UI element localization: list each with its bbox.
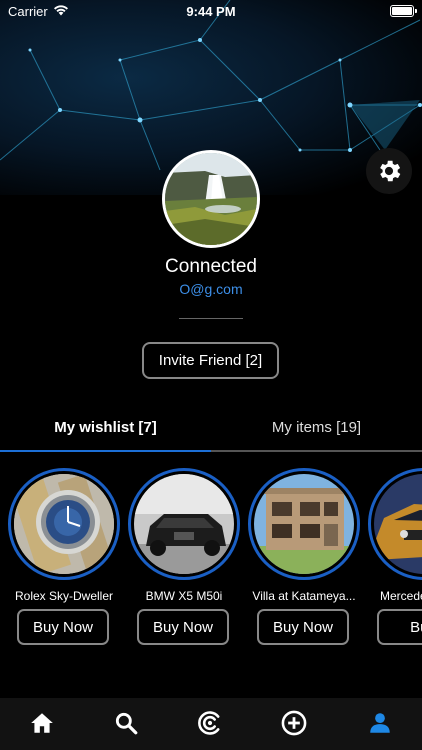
product-image-ring — [128, 468, 240, 580]
invite-friend-button[interactable]: Invite Friend [2] — [142, 342, 279, 379]
brand-logo-icon — [198, 711, 220, 735]
search-icon — [115, 712, 138, 735]
nav-profile[interactable] — [338, 698, 422, 748]
tab-my-items[interactable]: My items [19] — [211, 405, 422, 449]
profile-name: Connected — [165, 256, 257, 277]
clock-label: 9:44 PM — [186, 4, 236, 19]
buy-now-button[interactable]: Buy Now — [17, 609, 109, 645]
product-image-ring — [368, 468, 422, 580]
tab-my-wishlist[interactable]: My wishlist [7] — [0, 405, 211, 449]
product-name: BMW X5 M50i — [145, 589, 223, 603]
buy-now-button[interactable]: Buy Now — [137, 609, 229, 645]
product-name: Mercedes — [380, 589, 422, 603]
wishlist-carousel[interactable]: Rolex Sky-Dweller Buy Now BMW X5 M50i Bu… — [0, 468, 422, 658]
waterfall-landscape-image — [165, 153, 257, 245]
gear-icon — [380, 160, 401, 182]
buy-now-button[interactable]: Buy — [377, 609, 422, 645]
nav-home[interactable] — [0, 698, 84, 748]
divider — [179, 318, 243, 319]
profile-email[interactable]: O@g.com — [0, 281, 422, 297]
nav-add[interactable] — [252, 698, 336, 748]
profile-icon — [370, 713, 390, 733]
tab-bar: My wishlist [7] My items [19] — [0, 405, 422, 453]
home-icon — [31, 713, 53, 733]
product-image-ring — [248, 468, 360, 580]
product-name: Villa at Katameya... — [252, 589, 356, 603]
settings-button[interactable] — [366, 148, 412, 194]
tab-active-indicator — [0, 450, 211, 452]
buy-now-button[interactable]: Buy Now — [257, 609, 349, 645]
avatar[interactable] — [162, 150, 260, 248]
watch-image — [14, 474, 114, 574]
bottom-navigation — [0, 698, 422, 750]
villa-image — [254, 474, 354, 574]
status-bar: Carrier 9:44 PM — [0, 0, 422, 24]
nav-brand[interactable] — [168, 698, 252, 748]
product-name: Rolex Sky-Dweller — [14, 589, 114, 603]
product-image-ring — [8, 468, 120, 580]
car-image — [374, 474, 422, 574]
battery-icon — [390, 5, 417, 17]
suv-image — [134, 474, 234, 574]
add-icon — [281, 710, 307, 736]
nav-search[interactable] — [84, 698, 168, 748]
